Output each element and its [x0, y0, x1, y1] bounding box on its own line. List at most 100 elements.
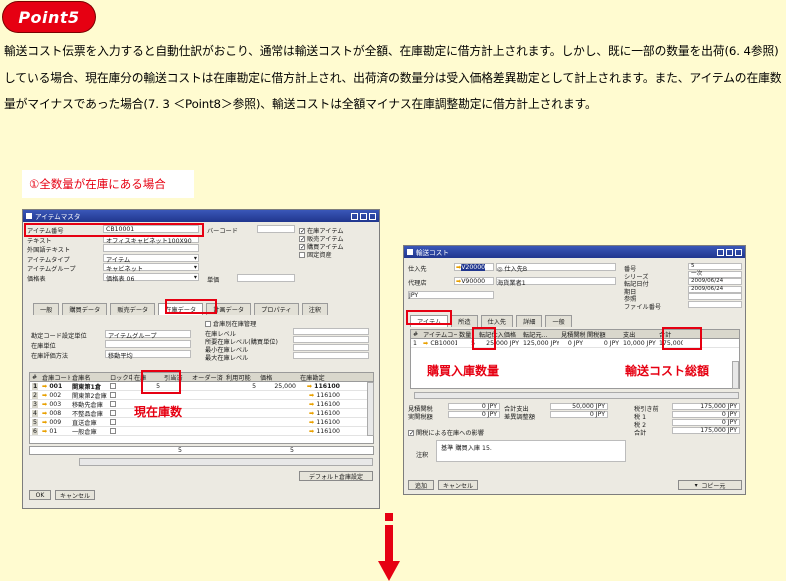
- field-input[interactable]: [103, 244, 199, 252]
- summary-value: 175,000 JPY: [672, 427, 740, 434]
- summary-value: 0 JPY: [550, 411, 608, 418]
- field-input[interactable]: アイテム ▾: [103, 253, 199, 264]
- maximize-icon[interactable]: [726, 248, 733, 256]
- column-header[interactable]: #: [30, 374, 40, 381]
- checkbox[interactable]: ✓: [408, 430, 414, 437]
- header-field-input[interactable]: 2009/06/24: [688, 278, 742, 285]
- field-input[interactable]: 価格表 06 ▾: [103, 272, 199, 283]
- warehouse-code: 001: [49, 382, 63, 390]
- tab-item[interactable]: プロパティ: [254, 303, 299, 315]
- setting-input[interactable]: 移動平均: [105, 350, 191, 360]
- chevron-down-icon[interactable]: ▾: [194, 274, 197, 281]
- checkbox-item[interactable]: 固定資産: [299, 250, 332, 259]
- landed-cost-grid-scrollbar[interactable]: [732, 361, 739, 389]
- add-button[interactable]: 追加: [408, 480, 434, 490]
- lock-checkbox[interactable]: [110, 400, 116, 407]
- maximize-icon[interactable]: [360, 212, 367, 220]
- tab-item[interactable]: 一般: [545, 315, 572, 327]
- column-header[interactable]: 価格: [258, 373, 298, 382]
- column-header[interactable]: 利用可能: [224, 373, 258, 382]
- stock-level-input[interactable]: [293, 352, 369, 359]
- ok-button[interactable]: OK: [29, 490, 51, 500]
- column-header[interactable]: アイテムコード: [421, 330, 457, 339]
- item-master-titlebar: アイテムマスタ: [23, 210, 379, 222]
- minimize-icon[interactable]: [351, 212, 358, 220]
- column-header[interactable]: 在庫勘定: [298, 373, 342, 382]
- table-cell: 10,000 JPY: [623, 339, 656, 347]
- lock-checkbox[interactable]: [110, 391, 116, 398]
- cancel-button[interactable]: キャンセル: [55, 490, 95, 500]
- column-header[interactable]: ロック中: [108, 373, 132, 382]
- stock-effect-check[interactable]: ✓ 関税による在庫への影響: [408, 428, 484, 437]
- remarks-text: 基準 購買入庫 15.: [441, 445, 492, 452]
- lock-checkbox[interactable]: [110, 409, 116, 416]
- tab-item[interactable]: 購買データ: [62, 303, 108, 315]
- header-field-input[interactable]: 一次: [688, 270, 742, 278]
- column-header[interactable]: 支出: [621, 330, 657, 339]
- default-warehouse-button[interactable]: デフォルト倉庫設定: [299, 471, 373, 481]
- barcode-field[interactable]: [257, 225, 295, 233]
- currency-select[interactable]: JPY: [408, 291, 494, 299]
- stock-level-input[interactable]: [293, 328, 369, 335]
- field-input[interactable]: キャビネット ▾: [103, 263, 199, 273]
- stock-level-label: 最大在庫レベル: [205, 355, 249, 362]
- horizontal-scrollbar[interactable]: [414, 392, 739, 399]
- column-header[interactable]: 関税額: [585, 330, 621, 339]
- checkbox[interactable]: [205, 321, 211, 327]
- table-cell: 5: [30, 418, 40, 426]
- chevron-down-icon[interactable]: ▾: [194, 255, 197, 262]
- table-cell: ➡ 116100: [298, 428, 342, 435]
- table-cell: 不整品倉庫: [72, 410, 103, 418]
- warehouse-code: 01: [49, 427, 58, 435]
- tab-item[interactable]: 注釈: [301, 303, 329, 315]
- table-cell: [108, 418, 132, 426]
- header-field-input[interactable]: 5: [688, 263, 742, 270]
- lock-checkbox[interactable]: [110, 418, 116, 425]
- stock-level-input[interactable]: [293, 344, 369, 351]
- setting-input[interactable]: アイテムグループ: [105, 330, 191, 340]
- tab-item[interactable]: 仕入先: [480, 315, 514, 327]
- field-label: 価格表: [27, 275, 46, 283]
- manage-by-warehouse[interactable]: 倉庫別在庫管理: [205, 319, 256, 328]
- horizontal-scrollbar[interactable]: [79, 458, 373, 466]
- vendor-code-field[interactable]: ➡V20000: [454, 263, 494, 271]
- table-cell: ➡ 116100: [298, 383, 342, 390]
- table-cell: ➡ CB10001: [421, 340, 457, 347]
- summary-value: 0 JPY: [448, 403, 500, 410]
- summary-value: 0 JPY: [448, 411, 500, 418]
- tab-item[interactable]: 所造: [451, 315, 478, 327]
- cancel-button[interactable]: キャンセル: [438, 480, 478, 490]
- remarks-field[interactable]: 基準 購買入庫 15.: [436, 440, 626, 462]
- header-field-input[interactable]: 2009/06/24: [688, 285, 742, 293]
- unit-price-field[interactable]: [237, 274, 295, 282]
- close-icon[interactable]: [735, 248, 742, 256]
- column-header[interactable]: 転記元...: [521, 330, 559, 339]
- inventory-tab-highlight: [165, 299, 217, 314]
- close-icon[interactable]: [369, 212, 376, 220]
- agent-code-field[interactable]: ➡V90000: [454, 277, 494, 285]
- lock-checkbox[interactable]: [110, 382, 116, 389]
- column-header[interactable]: 倉庫コード: [40, 373, 70, 382]
- copy-from-button[interactable]: ▾ コピー元: [678, 480, 742, 490]
- header-field-input[interactable]: [688, 293, 742, 300]
- setting-input[interactable]: [105, 340, 191, 348]
- tab-item[interactable]: 販売データ: [110, 303, 156, 315]
- checkbox[interactable]: [299, 252, 305, 258]
- column-header[interactable]: #: [411, 331, 421, 338]
- field-value: 価格表 06: [106, 275, 135, 283]
- agent-code: V90000: [461, 278, 486, 285]
- column-header[interactable]: オーダー済: [190, 373, 224, 382]
- tab-item[interactable]: 詳細: [516, 315, 543, 327]
- column-header[interactable]: 見積関税: [559, 330, 585, 339]
- warehouse-grid-body: 1 ➡ 001 関東第1倉 5 5 25,000 ➡ 116100 2 ➡ 002 関東第2倉庫 ➡…: [30, 382, 373, 436]
- summary-value: 175,000 JPY: [672, 403, 740, 410]
- lock-checkbox[interactable]: [110, 427, 116, 434]
- table-row[interactable]: 6 ➡ 01 一般倉庫 ➡ 116100: [30, 427, 373, 436]
- header-field-input[interactable]: [688, 300, 742, 308]
- chevron-down-icon[interactable]: ▾: [194, 264, 197, 271]
- column-header[interactable]: 倉庫名: [70, 373, 108, 382]
- stock-level-input[interactable]: [293, 336, 369, 343]
- tab-item[interactable]: 一般: [33, 303, 60, 315]
- warehouse-grid-scrollbar[interactable]: [367, 382, 374, 436]
- minimize-icon[interactable]: [717, 248, 724, 256]
